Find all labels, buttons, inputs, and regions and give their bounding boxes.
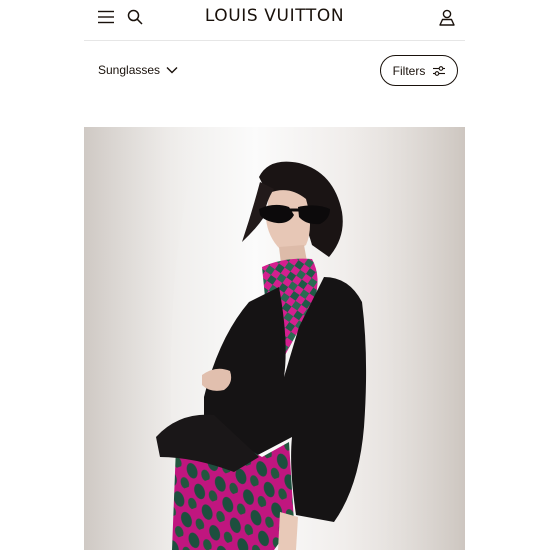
listing-toolbar: Sunglasses Filters xyxy=(84,41,465,127)
filters-button[interactable]: Filters xyxy=(380,55,458,86)
chevron-down-icon xyxy=(166,67,178,74)
page: LOUIS VUITTON Sunglasses Filters xyxy=(84,0,465,550)
filters-label: Filters xyxy=(392,63,426,78)
top-navigation-bar: LOUIS VUITTON xyxy=(84,0,465,41)
account-button[interactable] xyxy=(436,6,458,28)
brand-logo[interactable]: LOUIS VUITTON xyxy=(84,6,465,26)
account-icon xyxy=(439,9,455,26)
category-dropdown[interactable]: Sunglasses xyxy=(98,63,178,77)
category-label: Sunglasses xyxy=(98,63,161,77)
campaign-photo xyxy=(84,127,465,550)
sliders-icon xyxy=(433,65,446,76)
hero-campaign-image[interactable] xyxy=(84,127,465,550)
